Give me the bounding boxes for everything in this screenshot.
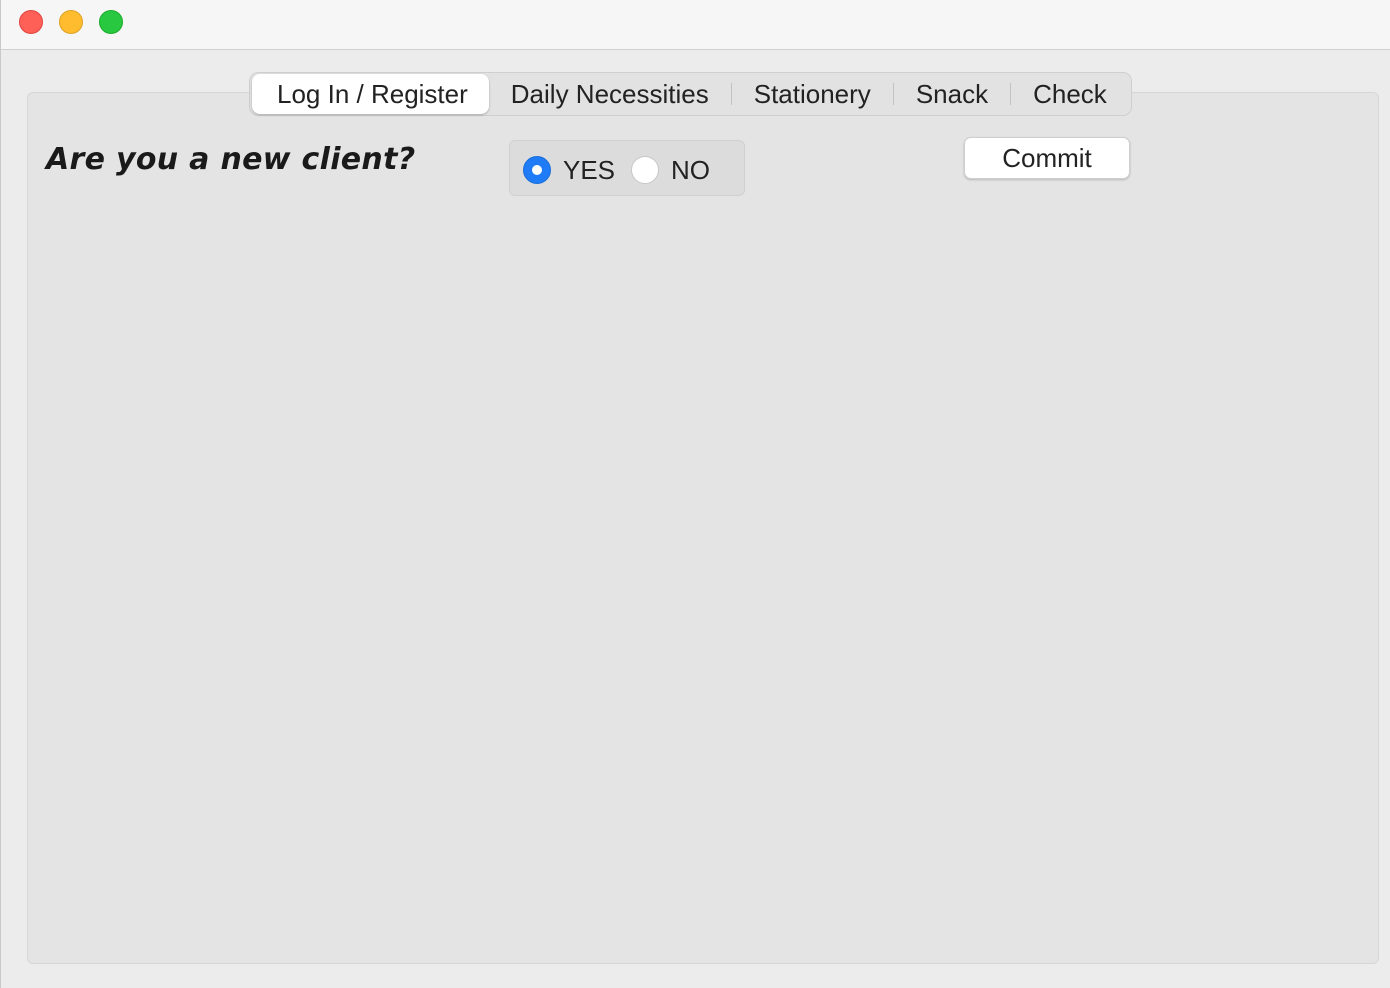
new-client-radio-group: YES NO xyxy=(509,140,745,196)
app-window: Log In / Register Daily Necessities Stat… xyxy=(0,0,1390,988)
no-radio-button[interactable] xyxy=(631,156,659,184)
close-window-button[interactable] xyxy=(19,10,43,34)
no-radio-label[interactable]: NO xyxy=(671,155,710,186)
tab-check[interactable]: Check xyxy=(1011,74,1129,114)
tab-log-in-register[interactable]: Log In / Register xyxy=(252,74,489,114)
tab-bar: Log In / Register Daily Necessities Stat… xyxy=(249,72,1132,116)
commit-button[interactable]: Commit xyxy=(964,137,1130,179)
tab-daily-necessities[interactable]: Daily Necessities xyxy=(489,74,731,114)
minimize-window-button[interactable] xyxy=(59,10,83,34)
tab-snack[interactable]: Snack xyxy=(894,74,1010,114)
tab-content-panel xyxy=(27,92,1379,964)
new-client-question: Are you a new client? xyxy=(46,142,416,177)
title-bar xyxy=(1,0,1390,50)
maximize-window-button[interactable] xyxy=(99,10,123,34)
yes-radio-label[interactable]: YES xyxy=(563,155,615,186)
tab-stationery[interactable]: Stationery xyxy=(732,74,893,114)
yes-radio-button[interactable] xyxy=(523,156,551,184)
